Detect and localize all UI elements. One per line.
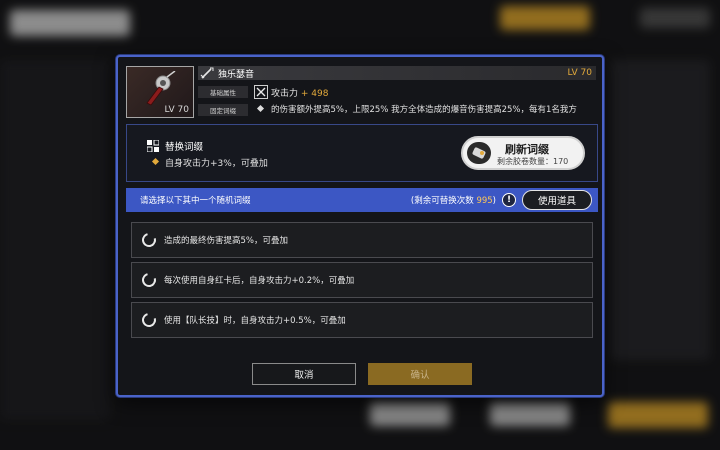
attack-label: 攻击力 — [271, 89, 299, 99]
sword-icon — [200, 67, 214, 79]
affix-option-2[interactable]: 每次使用自身红卡后，自身攻击力+0.2%，可叠加 — [131, 262, 593, 298]
affix-option-3[interactable]: 使用【队长技】时，自身攻击力+0.5%，可叠加 — [131, 302, 593, 338]
item-level: LV 70 — [567, 68, 593, 78]
refresh-affix-label: 刷新词缀 — [505, 143, 549, 156]
refresh-affix-button[interactable]: 刷新词缀 剩余胶卷数量：170 — [461, 136, 585, 170]
use-item-button[interactable]: 使用道具 — [522, 190, 592, 210]
loading-ring-icon — [139, 230, 159, 250]
loading-ring-icon — [139, 270, 159, 290]
fixed-affix-text: 的伤害额外提高5%，上限25% 我方全体造成的爆音伤害提高25%，每有1名我方 — [271, 105, 577, 115]
fixed-affix-tag: 固定词缀 — [198, 104, 248, 116]
electric-guitar-icon — [146, 71, 176, 106]
attack-bonus: + 498 — [300, 89, 329, 99]
base-attribute-tag: 基础属性 — [198, 86, 248, 98]
affix-option-1[interactable]: 造成的最终伤害提高5%，可叠加 — [131, 222, 593, 258]
affix-option-text: 使用【队长技】时，自身攻击力+0.5%，可叠加 — [164, 316, 346, 326]
remaining-count: 995 — [476, 196, 493, 206]
film-remaining-count: 剩余胶卷数量：170 — [497, 157, 569, 166]
replace-affix-title: 替换词缀 — [165, 142, 204, 153]
affix-option-text: 每次使用自身红卡后，自身攻击力+0.2%，可叠加 — [164, 276, 355, 286]
current-affix-text: 自身攻击力+3%，可叠加 — [165, 159, 268, 169]
loading-ring-icon — [139, 310, 159, 330]
diamond-bullet-icon — [256, 104, 265, 113]
confirm-button[interactable]: 确认 — [368, 363, 472, 385]
attack-icon — [254, 85, 268, 99]
swap-icon — [147, 140, 159, 152]
remaining-replacements: (剩余可替换次数 995) — [410, 196, 496, 206]
selection-prompt-bar: 请选择以下其中一个随机词缀 (剩余可替换次数 995) ! 使用道具 — [126, 188, 598, 212]
item-thumbnail: LV 70 — [126, 66, 194, 118]
affix-replace-dialog: LV 70 独乐瑟音 LV 70 基础属性 攻击力 + 498 固定词缀 的伤害… — [116, 55, 604, 397]
item-name-bar: 独乐瑟音 LV 70 — [198, 66, 596, 80]
affix-option-text: 造成的最终伤害提高5%，可叠加 — [164, 236, 288, 246]
replace-affix-section: 替换词缀 自身攻击力+3%，可叠加 刷新词缀 剩余胶卷数量：170 — [126, 124, 598, 182]
info-icon[interactable]: ! — [502, 193, 516, 207]
item-name: 独乐瑟音 — [218, 69, 255, 80]
item-card-level: LV 70 — [164, 105, 190, 115]
attack-stat: 攻击力 + 498 — [271, 86, 328, 99]
cancel-button[interactable]: 取消 — [252, 363, 356, 385]
film-roll-icon — [467, 142, 491, 164]
selection-prompt: 请选择以下其中一个随机词缀 — [140, 196, 251, 206]
diamond-bullet-icon — [151, 157, 160, 166]
